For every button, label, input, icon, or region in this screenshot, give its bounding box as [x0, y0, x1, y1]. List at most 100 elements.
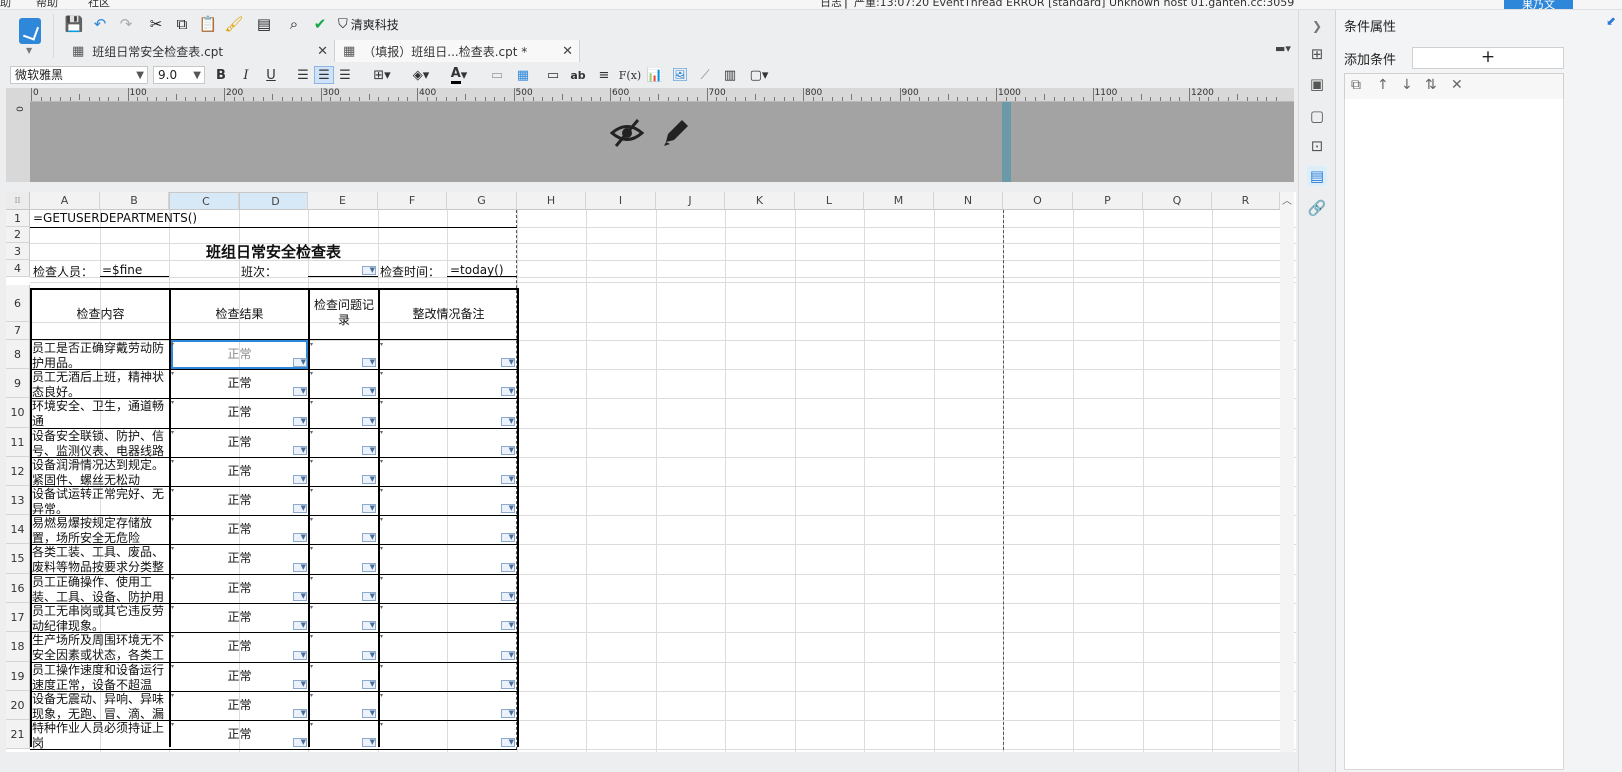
- save-icon[interactable]: 💾: [64, 14, 84, 34]
- dropdown-marker[interactable]: ▼: [501, 651, 515, 660]
- select-all-icon[interactable]: ⁞⁞: [6, 192, 30, 210]
- row-header[interactable]: 3: [6, 243, 30, 260]
- check-item-text[interactable]: 特种作业人员必须持证上岗: [32, 721, 168, 749]
- shift-label[interactable]: 班次：: [241, 263, 277, 280]
- dropdown-marker[interactable]: ▼: [362, 266, 376, 275]
- row-header[interactable]: 12: [6, 457, 30, 486]
- vertical-scrollbar[interactable]: ︿: [1280, 192, 1294, 752]
- align-right-icon[interactable]: ☰: [335, 66, 355, 84]
- column-header[interactable]: A: [30, 192, 100, 210]
- dropdown-marker[interactable]: ▼: [501, 680, 515, 689]
- check-result-cell[interactable]: 正常: [171, 457, 308, 486]
- delete-icon[interactable]: ✕: [1451, 77, 1463, 93]
- font-size-select[interactable]: 9.0 ▼: [153, 66, 205, 84]
- check-result-cell[interactable]: 正常: [171, 632, 308, 662]
- subreport-icon[interactable]: ▥: [720, 66, 740, 84]
- fill-color-icon[interactable]: ◈▾: [405, 66, 437, 84]
- check-time-label[interactable]: 检查时间：: [380, 263, 440, 280]
- hyperlink-icon[interactable]: 🔗: [1307, 198, 1327, 218]
- dropdown-marker[interactable]: ▼: [362, 533, 376, 542]
- dropdown-marker[interactable]: ▼: [362, 446, 376, 455]
- column-header[interactable]: J: [656, 192, 725, 210]
- check-result-cell[interactable]: 正常: [171, 574, 308, 603]
- dropdown-marker[interactable]: ▼: [293, 358, 307, 367]
- font-family-select[interactable]: 微软雅黑 ▼: [10, 66, 148, 84]
- row-header[interactable]: 6: [6, 285, 30, 322]
- dropdown-marker[interactable]: ▼: [293, 475, 307, 484]
- chevron-right-icon[interactable]: ❯: [1307, 16, 1327, 36]
- dropdown-marker[interactable]: ▼: [293, 621, 307, 630]
- dropdown-marker[interactable]: ▼: [501, 358, 515, 367]
- paragraph-icon[interactable]: ≡: [594, 66, 614, 84]
- column-header[interactable]: I: [586, 192, 656, 210]
- check-item-text[interactable]: 设备安全联锁、防护、信号、监测仪表、电器线路: [32, 429, 168, 457]
- dropdown-marker[interactable]: ▼: [501, 417, 515, 426]
- check-item-text[interactable]: 员工正确操作、使用工装、工具、设备、防护用: [32, 575, 168, 603]
- column-header[interactable]: N: [934, 192, 1003, 210]
- dropdown-marker[interactable]: ▼: [293, 387, 307, 396]
- row-header[interactable]: 7: [6, 322, 30, 340]
- dropdown-marker[interactable]: ▼: [362, 651, 376, 660]
- row-header[interactable]: 11: [6, 428, 30, 457]
- dropdown-marker[interactable]: ▼: [362, 417, 376, 426]
- user-button[interactable]: 果乃文: [1504, 0, 1573, 9]
- row-header[interactable]: 2: [6, 227, 30, 243]
- dropdown-marker[interactable]: ▼: [293, 709, 307, 718]
- dropdown-marker[interactable]: ▼: [293, 592, 307, 601]
- add-condition-button[interactable]: +: [1412, 47, 1564, 69]
- check-result-cell[interactable]: 正常: [171, 662, 308, 691]
- text-button[interactable]: ab: [568, 66, 588, 84]
- menu-item-community[interactable]: 社区: [88, 0, 110, 9]
- column-header[interactable]: K: [725, 192, 795, 210]
- paste-icon[interactable]: 📋: [198, 14, 218, 34]
- widget-settings-icon[interactable]: ▣: [1307, 74, 1327, 94]
- check-result-cell[interactable]: 正常: [171, 398, 308, 428]
- dropdown-marker[interactable]: ▼: [293, 738, 307, 747]
- menu-item-help[interactable]: 帮助: [36, 0, 58, 9]
- more-elements-icon[interactable]: ▢▾: [746, 66, 772, 84]
- row-header[interactable]: 19: [6, 662, 30, 691]
- row-header[interactable]: 10: [6, 398, 30, 428]
- preview-icon[interactable]: ▤: [254, 14, 274, 34]
- check-item-text[interactable]: 设备无震动、异响、异味现象，无跑、冒、滴、漏: [32, 692, 168, 720]
- dropdown-marker[interactable]: ▼: [293, 563, 307, 572]
- check-item-text[interactable]: 员工无串岗或其它违反劳动纪律现象。: [32, 604, 168, 632]
- row-header[interactable]: 9: [6, 369, 30, 398]
- slash-icon[interactable]: ⟋: [695, 66, 715, 84]
- pin-icon[interactable]: ⬋: [1606, 14, 1616, 28]
- dropdown-marker[interactable]: ▼: [293, 504, 307, 513]
- dropdown-marker[interactable]: ▼: [362, 504, 376, 513]
- tab-document-2[interactable]: ▦ （填报）班组日...检查表.cpt * ✕: [335, 40, 580, 62]
- dropdown-marker[interactable]: ▼: [501, 446, 515, 455]
- dropdown-marker[interactable]: ▼: [362, 475, 376, 484]
- dropdown-marker[interactable]: ▼: [293, 417, 307, 426]
- hide-eye-icon[interactable]: [610, 116, 644, 150]
- underline-button[interactable]: U: [261, 66, 281, 84]
- search-preview-icon[interactable]: ⌕: [284, 14, 304, 34]
- table-icon[interactable]: ▦: [513, 66, 533, 84]
- column-header[interactable]: C: [169, 192, 239, 210]
- text-field-icon[interactable]: ▭: [543, 66, 563, 84]
- row-header[interactable]: 16: [6, 574, 30, 603]
- check-result-cell[interactable]: 正常: [171, 428, 308, 457]
- row-header[interactable]: 21: [6, 720, 30, 749]
- cut-icon[interactable]: ✂: [146, 14, 166, 34]
- condition-attributes-icon[interactable]: ▤: [1307, 166, 1327, 186]
- dropdown-marker[interactable]: ▼: [362, 621, 376, 630]
- row-header[interactable]: 17: [6, 603, 30, 632]
- dropdown-marker[interactable]: ▼: [293, 651, 307, 660]
- dropdown-marker[interactable]: ▼: [501, 738, 515, 747]
- formula-button[interactable]: F(x): [618, 66, 642, 84]
- dropdown-marker[interactable]: ▼: [362, 592, 376, 601]
- column-header[interactable]: D: [239, 192, 308, 210]
- border-icon[interactable]: ⊞▾: [366, 66, 398, 84]
- column-header[interactable]: H: [517, 192, 586, 210]
- header-check-content[interactable]: 检查内容: [32, 288, 169, 340]
- close-icon[interactable]: ✕: [562, 44, 573, 59]
- row-header[interactable]: 8: [6, 340, 30, 369]
- menu-item-help-fragment[interactable]: 助: [0, 0, 11, 9]
- redo-icon[interactable]: ↷: [116, 14, 136, 34]
- condition-list[interactable]: [1344, 99, 1564, 770]
- dropdown-marker[interactable]: ▼: [501, 709, 515, 718]
- dropdown-marker[interactable]: ▼: [293, 533, 307, 542]
